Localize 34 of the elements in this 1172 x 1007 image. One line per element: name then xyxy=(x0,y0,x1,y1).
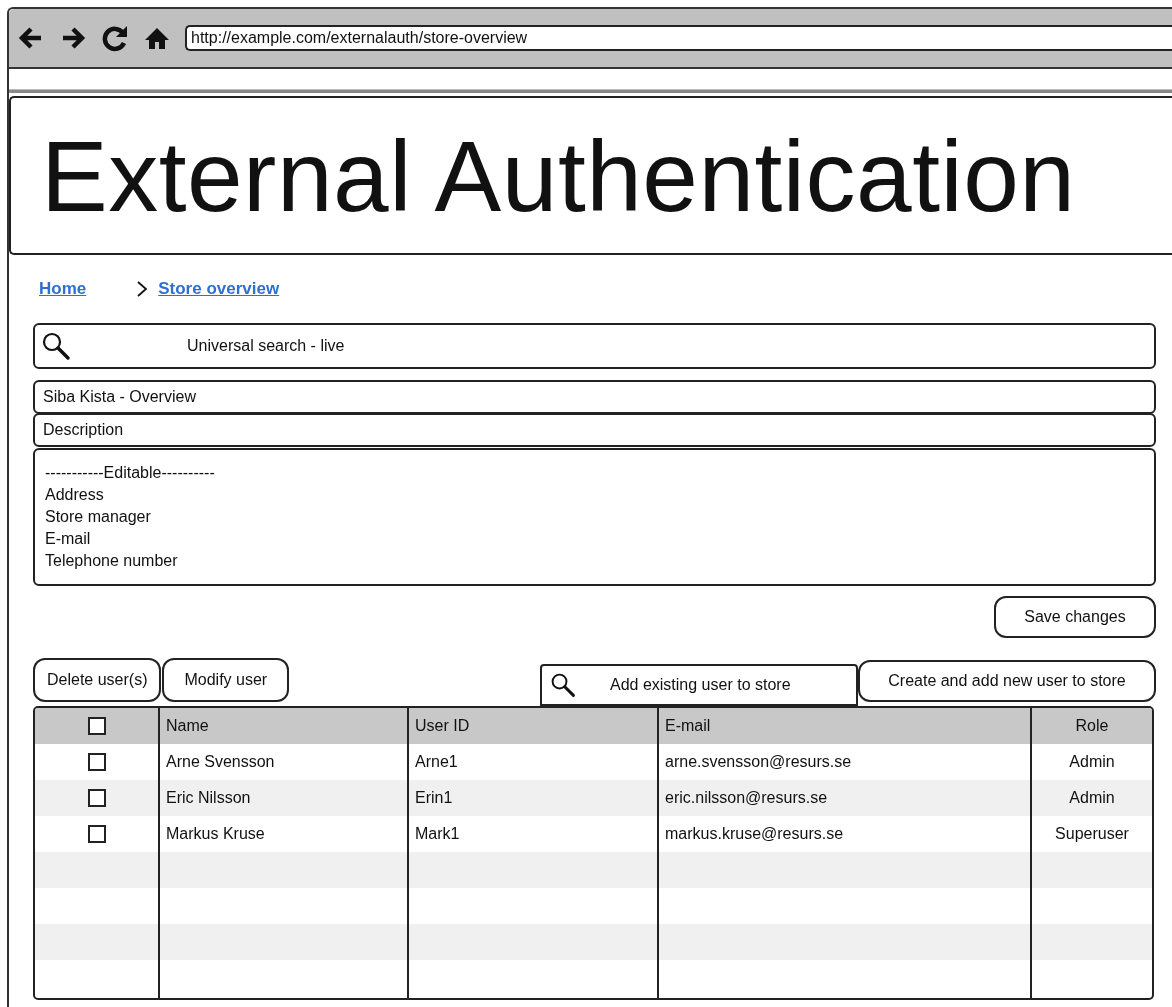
store-title: Siba Kista - Overview xyxy=(43,388,196,406)
page-title: External Authentication xyxy=(40,125,1076,226)
detail-line: Address xyxy=(45,485,105,505)
table-cell: Erin1 xyxy=(407,780,657,816)
address-bar[interactable]: http://example.com/externalauth/store-overview xyxy=(185,25,1172,51)
add-user-search-field[interactable]: Add existing user to store xyxy=(540,664,858,706)
checkbox[interactable] xyxy=(87,717,106,735)
create-user-button[interactable]: Create and add new user to store xyxy=(858,660,1156,702)
column-header: Name xyxy=(158,708,407,744)
detail-line: E-mail xyxy=(45,529,92,549)
save-changes-button[interactable]: Save changes xyxy=(994,596,1156,638)
modify-user-button[interactable]: Modify user xyxy=(162,658,290,702)
column-header: Role xyxy=(1030,708,1152,744)
checkbox[interactable] xyxy=(87,825,106,843)
search-field[interactable]: Universal search - live xyxy=(33,323,1156,369)
table-cell: eric.nilsson@resurs.se xyxy=(657,780,1030,816)
reload-icon[interactable] xyxy=(101,24,129,52)
detail-line: Store manager xyxy=(45,507,152,527)
chevron-right-icon xyxy=(136,281,149,297)
search-icon xyxy=(550,672,576,698)
delete-users-button[interactable]: Delete user(s) xyxy=(33,658,162,702)
table-cell: Admin xyxy=(1030,780,1152,816)
checkbox[interactable] xyxy=(87,753,106,771)
breadcrumb-link[interactable]: Store overview xyxy=(158,279,280,299)
detail-line: -----------Editable---------- xyxy=(45,463,216,483)
table-cell: Eric Nilsson xyxy=(158,780,407,816)
description-label: Description xyxy=(43,421,124,439)
search-icon xyxy=(41,331,71,361)
detail-line: Telephone number xyxy=(45,551,179,571)
checkbox[interactable] xyxy=(87,789,106,807)
column-header: E-mail xyxy=(657,708,1030,744)
editable-details-field[interactable]: -----------Editable---------- Address Store manager E-mail Telephone number xyxy=(33,448,1156,586)
column-header: User ID xyxy=(407,708,657,744)
breadcrumb-link[interactable]: Home xyxy=(39,279,87,299)
